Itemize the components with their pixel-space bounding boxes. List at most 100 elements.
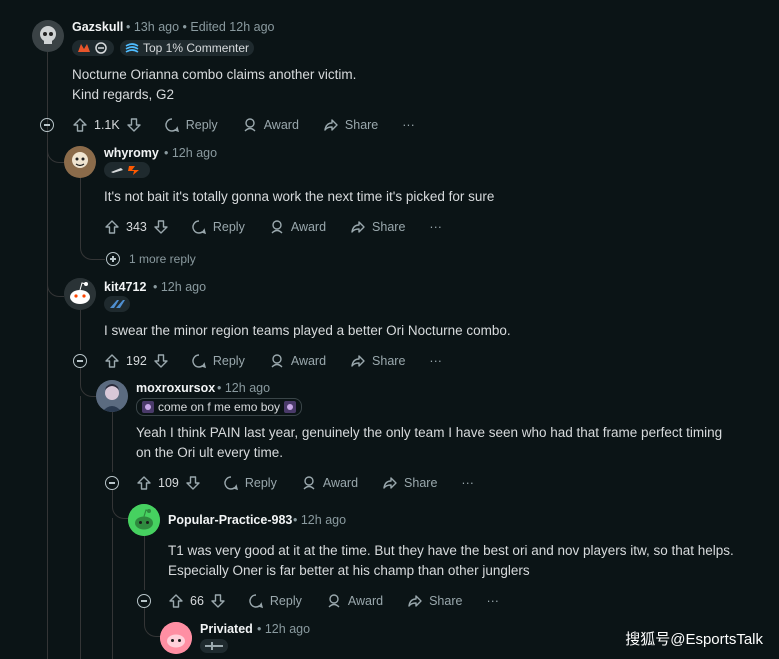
username[interactable]: moxroxursox [136,381,215,395]
avatar[interactable] [128,504,160,536]
snoo-avatar-icon [64,278,96,310]
user-avatar-icon [96,380,128,412]
timestamp: • 12h ago [217,381,271,395]
reply-label: Reply [269,594,302,608]
reply-button[interactable]: Reply [191,219,245,235]
commenter-badge-icon [125,43,139,53]
more-options-button[interactable]: ··· [486,594,499,608]
share-arrow-icon [408,595,422,607]
share-label: Share [344,118,379,132]
reply-bubble-icon [224,476,238,491]
reply-button[interactable]: Reply [248,593,302,609]
award-button[interactable]: Award [269,219,326,235]
downvote-arrow-icon [211,594,225,608]
avatar[interactable] [64,278,96,310]
thread-connector [144,608,161,637]
timestamp: • 12h ago [293,513,347,527]
comment-body: T1 was very good at it at the time. But … [168,541,734,581]
more-replies-link[interactable]: 1 more reply [129,252,196,266]
snoo-avatar-icon [128,504,160,536]
username[interactable]: kit4712 [104,280,146,294]
award-label: Award [290,220,327,234]
more-options-button[interactable]: ··· [429,354,442,368]
downvote-button[interactable] [126,117,142,133]
snoo-avatar-icon [160,622,192,654]
upvote-button[interactable] [104,219,120,235]
flair-label: come on f me emo boy [158,400,281,414]
collapse-thread-button[interactable] [73,354,87,368]
fnatic-logo-icon [111,166,139,175]
downvote-arrow-icon [127,118,141,132]
avatar[interactable] [96,380,128,412]
award-button[interactable]: Award [301,475,358,491]
award-label: Award [263,118,299,132]
award-icon [271,354,283,368]
upvote-arrow-icon [169,594,183,608]
username[interactable]: Priviated [200,622,253,636]
avatar[interactable] [32,20,64,52]
downvote-button[interactable] [153,353,169,369]
reply-button[interactable]: Reply [191,353,245,369]
vote-count: 66 [190,594,204,608]
downvote-button[interactable] [185,475,201,491]
upvote-button[interactable] [104,353,120,369]
expand-replies-icon[interactable] [106,252,120,266]
username[interactable]: Popular-Practice-983 [168,513,292,527]
award-button[interactable]: Award [269,353,326,369]
upvote-button[interactable] [168,593,184,609]
share-button[interactable]: Share [350,219,405,235]
user-avatar-icon [64,146,96,178]
collapse-thread-button[interactable] [105,476,119,490]
more-options-button[interactable]: ··· [402,118,415,132]
upvote-button[interactable] [72,117,88,133]
team-flair [104,296,130,312]
share-button[interactable]: Share [382,475,437,491]
reply-button[interactable]: Reply [223,475,277,491]
more-options-button[interactable]: ··· [429,220,442,234]
action-row: 1.1K Reply Award Share ··· [72,114,415,136]
award-button[interactable]: Award [326,593,383,609]
avatar[interactable] [64,146,96,178]
action-row: 66 Reply Award Share ··· [168,590,499,612]
upvote-button[interactable] [136,475,152,491]
vote-count: 343 [126,220,147,234]
flair-emoji-icon [142,401,154,413]
team-flair [104,162,150,178]
vote-count: 192 [126,354,147,368]
action-row: 109 Reply Award Share ··· [136,472,474,494]
comment-line: I swear the minor region teams played a … [104,323,511,338]
downvote-button[interactable] [153,219,169,235]
username[interactable]: whyromy [104,146,159,160]
collapse-thread-button[interactable] [137,594,151,608]
reply-label: Reply [244,476,277,490]
thread-line-popular [144,536,145,590]
thread-connector [47,262,64,297]
share-label: Share [404,476,438,490]
award-label: Award [347,594,384,608]
comment-line: Kind regards, G2 [72,87,175,102]
award-icon [244,118,256,132]
award-button[interactable]: Award [242,117,299,133]
share-arrow-icon [383,477,397,489]
share-label: Share [372,354,406,368]
timestamp: • 13h ago • Edited 12h ago [126,20,275,34]
award-label: Award [290,354,327,368]
thread-line-kit-cont [80,396,81,659]
share-button[interactable]: Share [323,117,378,133]
more-options-button[interactable]: ··· [461,476,474,490]
share-button[interactable]: Share [407,593,462,609]
thread-line-mox [112,412,113,472]
vote-count: 1.1K [94,118,120,132]
thread-connector [47,134,64,163]
reply-button[interactable]: Reply [164,117,218,133]
reply-bubble-icon [249,594,263,609]
team-logo-icon [78,42,107,54]
collapse-thread-button[interactable] [40,118,54,132]
thread-line-mox-cont [112,518,113,659]
share-button[interactable]: Share [350,353,405,369]
avatar[interactable] [160,622,192,654]
username[interactable]: Gazskull [72,20,123,34]
team-flair [72,40,114,56]
downvote-button[interactable] [210,593,226,609]
reply-bubble-icon [192,220,206,235]
